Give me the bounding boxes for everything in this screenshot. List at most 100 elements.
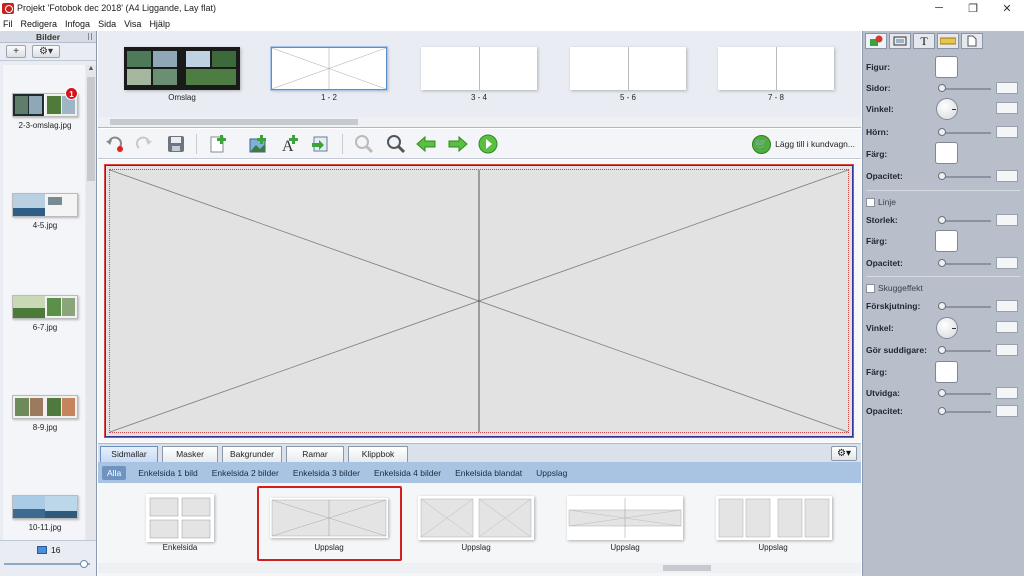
template-item[interactable]	[716, 496, 832, 540]
skuggeffekt-label: Skuggeffekt	[878, 283, 923, 293]
utvidga-slider-knob[interactable]	[938, 389, 946, 397]
page-thumb-3-4[interactable]	[421, 47, 537, 90]
filter-enkelsida-4[interactable]: Enkelsida 4 bilder	[374, 468, 441, 478]
filter-enkelsida-2[interactable]: Enkelsida 2 bilder	[212, 468, 279, 478]
images-panel-title: Bilder	[35, 32, 61, 42]
menu-edit[interactable]: Redigera	[21, 19, 58, 29]
close-button[interactable]: ✕	[990, 0, 1024, 16]
menu-help[interactable]: Hjälp	[149, 19, 170, 29]
sidor-slider-knob[interactable]	[938, 84, 946, 92]
add-to-cart-button[interactable]: 🛒 Lägg till i kundvagn...	[752, 133, 855, 155]
image-item[interactable]: 4-5.jpg	[9, 193, 81, 230]
thumbnail-size-slider-knob[interactable]	[80, 560, 88, 568]
filter-enkelsida-blandat[interactable]: Enkelsida blandat	[455, 468, 522, 478]
menu-page[interactable]: Sida	[98, 19, 116, 29]
horn-slider-knob[interactable]	[938, 128, 946, 136]
images-scrollbar[interactable]: ▲ ▼	[86, 65, 96, 570]
template-settings-button[interactable]: ⚙▾	[831, 446, 857, 461]
image-item[interactable]: 10-11.jpg	[9, 495, 81, 532]
horn-input[interactable]	[996, 126, 1018, 138]
arrow-right-icon[interactable]	[448, 134, 468, 154]
template-scrollbar[interactable]	[98, 563, 861, 573]
page-thumb-cover[interactable]	[124, 47, 240, 90]
frame-icon[interactable]	[889, 33, 911, 49]
tab-ramar[interactable]: Ramar	[286, 446, 344, 462]
images-settings-button[interactable]: ⚙▾	[32, 45, 60, 58]
page-spread[interactable]	[105, 165, 853, 437]
opacitet-input[interactable]	[996, 170, 1018, 182]
filter-enkelsida-1[interactable]: Enkelsida 1 bild	[138, 468, 198, 478]
vinkel-input[interactable]	[996, 102, 1018, 114]
add-page-icon[interactable]	[208, 134, 228, 154]
zoom-out-icon[interactable]	[354, 134, 374, 154]
import-icon[interactable]	[310, 134, 330, 154]
menu-insert[interactable]: Infoga	[65, 19, 90, 29]
filter-alla[interactable]: Alla	[102, 465, 127, 480]
undo-icon[interactable]	[104, 134, 124, 154]
image-item[interactable]: 1 2-3-omslag.jpg	[9, 87, 81, 130]
line-opacitet-input[interactable]	[996, 257, 1018, 269]
page-thumb-1-2[interactable]	[270, 46, 388, 91]
add-image-button[interactable]: +	[6, 45, 26, 58]
template-item[interactable]	[567, 496, 683, 540]
linje-checkbox[interactable]	[866, 197, 875, 207]
blur-input[interactable]	[996, 344, 1018, 356]
scroll-up-icon[interactable]: ▲	[87, 65, 95, 74]
redo-icon[interactable]	[134, 134, 154, 154]
template-item[interactable]	[146, 494, 214, 542]
arrow-left-icon[interactable]	[416, 134, 436, 154]
scrollbar-thumb[interactable]	[87, 77, 95, 181]
storlek-slider-knob[interactable]	[938, 216, 946, 224]
filter-uppslag[interactable]: Uppslag	[536, 468, 567, 478]
tab-masker[interactable]: Masker	[162, 446, 218, 462]
line-opacitet-slider-knob[interactable]	[938, 259, 946, 267]
shadow-opacitet-input[interactable]	[996, 405, 1018, 417]
blur-slider-knob[interactable]	[938, 346, 946, 354]
minimize-button[interactable]: ─	[922, 0, 956, 16]
restore-button[interactable]: ❐	[956, 0, 990, 16]
play-icon[interactable]	[478, 134, 498, 154]
farg-shadow-label: Färg:	[866, 367, 888, 377]
shadow-opacitet-slider-knob[interactable]	[938, 407, 946, 415]
shape-icon[interactable]	[865, 33, 887, 49]
add-image-icon[interactable]	[248, 134, 268, 154]
page-icon[interactable]	[961, 33, 983, 49]
skuggeffekt-checkbox[interactable]	[866, 283, 875, 293]
image-item[interactable]: 6-7.jpg	[9, 295, 81, 332]
images-panel: Bilder + ⚙▾ 1 2-3-omslag.jpg 4-5.jpg 6-7…	[0, 31, 97, 576]
utvidga-input[interactable]	[996, 387, 1018, 399]
page-strip-scrollbar[interactable]	[98, 117, 861, 127]
page-thumb-5-6[interactable]	[570, 47, 686, 90]
shadow-vinkel-dial[interactable]	[936, 317, 958, 339]
tab-klippbok[interactable]: Klippbok	[348, 446, 408, 462]
tab-bakgrunder[interactable]: Bakgrunder	[222, 446, 282, 462]
forskjutning-slider-knob[interactable]	[938, 302, 946, 310]
forskjutning-input[interactable]	[996, 300, 1018, 312]
storlek-input[interactable]	[996, 214, 1018, 226]
scrollbar-thumb[interactable]	[110, 119, 358, 125]
shape-picker[interactable]	[935, 56, 958, 78]
tab-sidmallar[interactable]: Sidmallar	[100, 446, 158, 462]
text-tab-icon[interactable]: T	[913, 33, 935, 49]
page-thumb-7-8[interactable]	[718, 47, 834, 90]
thumbnail-size-slider[interactable]	[4, 563, 90, 565]
shadow-color-swatch[interactable]	[935, 361, 958, 383]
filter-enkelsida-3[interactable]: Enkelsida 3 bilder	[293, 468, 360, 478]
line-color-swatch[interactable]	[935, 230, 958, 252]
shadow-vinkel-input[interactable]	[996, 321, 1018, 333]
placeholder-cross-icon	[272, 48, 386, 89]
opacitet-slider-knob[interactable]	[938, 172, 946, 180]
scrollbar-thumb[interactable]	[663, 565, 711, 571]
save-icon[interactable]	[166, 134, 186, 154]
menu-view[interactable]: Visa	[124, 19, 141, 29]
image-item[interactable]: 8-9.jpg	[9, 395, 81, 432]
sidor-input[interactable]	[996, 82, 1018, 94]
panel-grip-icon[interactable]	[88, 33, 92, 40]
zoom-in-icon[interactable]	[386, 134, 406, 154]
template-item[interactable]	[418, 496, 534, 540]
ruler-icon[interactable]	[937, 33, 959, 49]
menu-file[interactable]: Fil	[3, 19, 13, 29]
fill-color-swatch[interactable]	[935, 142, 958, 164]
add-text-icon[interactable]: A	[280, 134, 300, 154]
vinkel-dial[interactable]	[936, 98, 958, 120]
